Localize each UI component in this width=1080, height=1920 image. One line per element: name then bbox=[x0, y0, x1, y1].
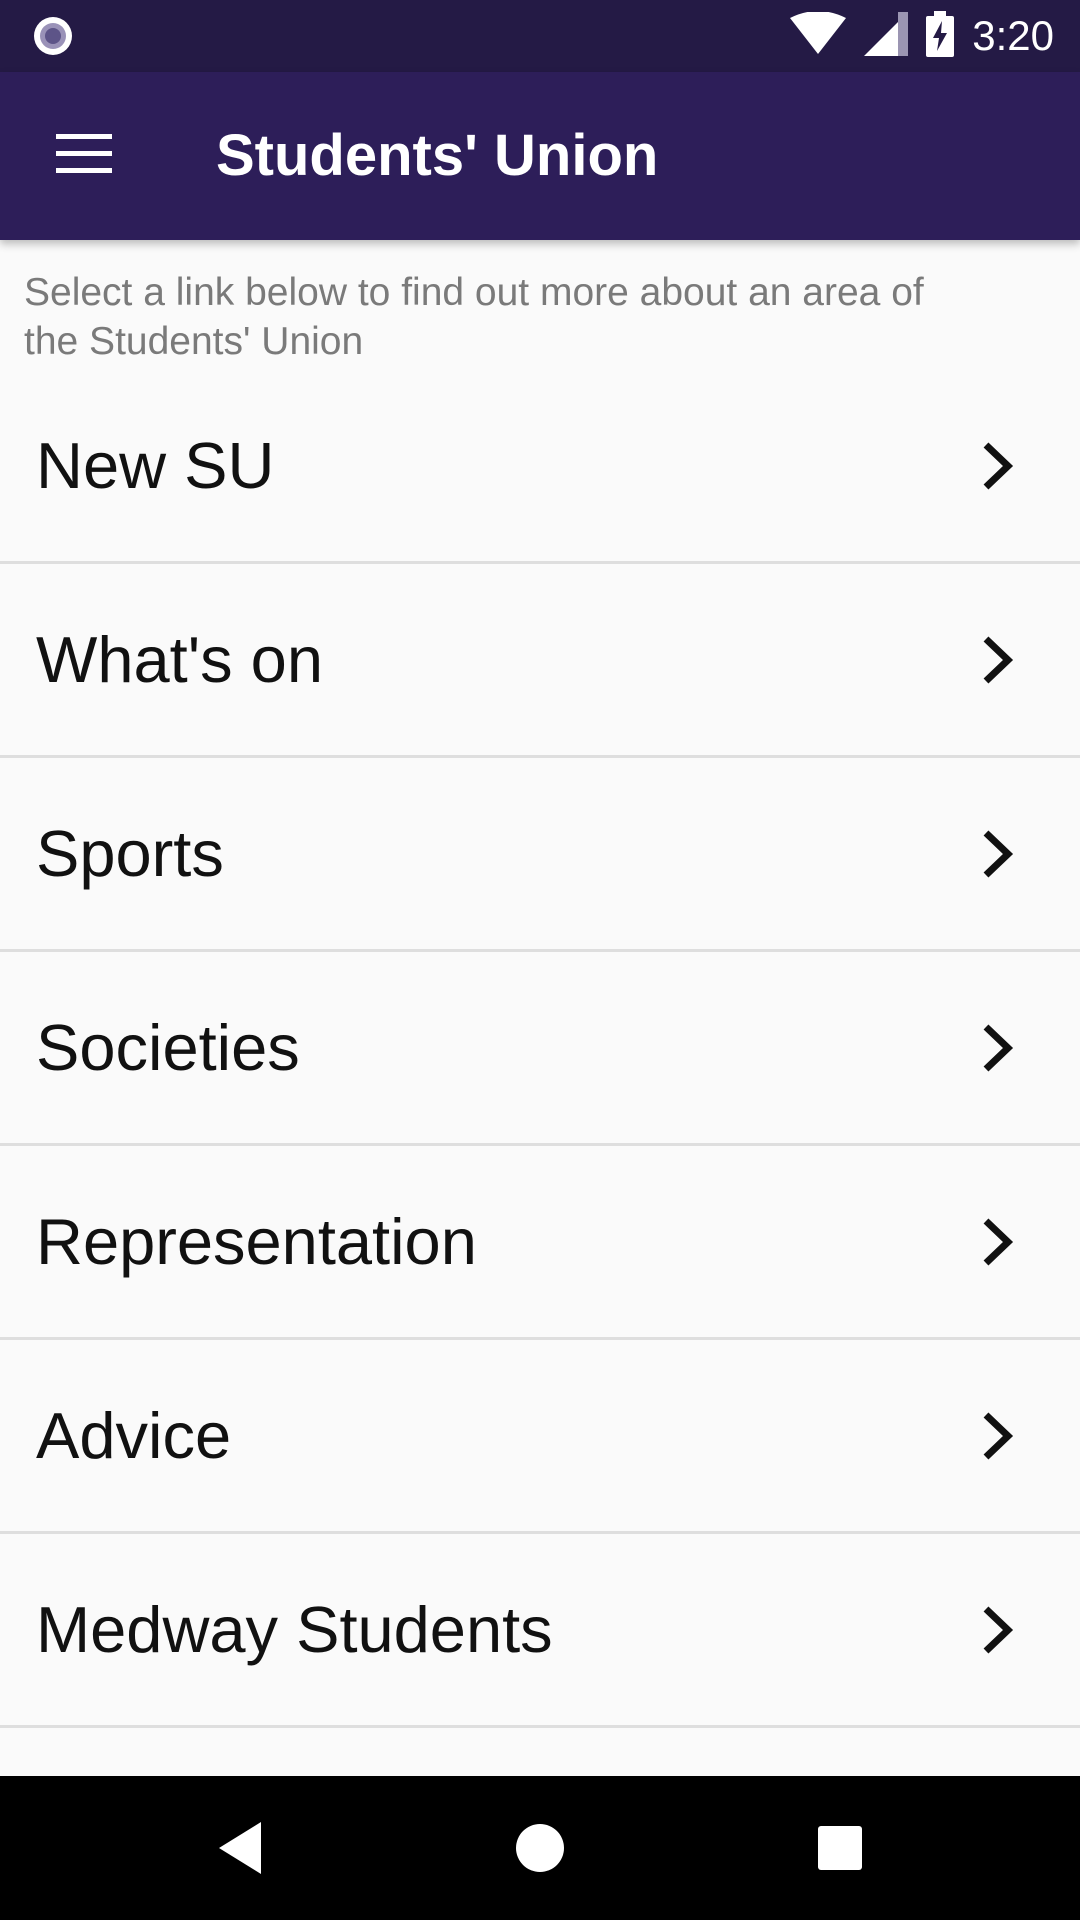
list-item-representation[interactable]: Representation bbox=[0, 1146, 1080, 1340]
chevron-right-icon bbox=[983, 441, 1014, 490]
back-icon bbox=[219, 1822, 261, 1874]
list-item-label: New SU bbox=[36, 429, 275, 502]
list-item-label: Sports bbox=[36, 817, 224, 890]
app-bar: Students' Union bbox=[0, 72, 1080, 240]
list-item-new-su[interactable]: New SU bbox=[0, 370, 1080, 564]
back-button[interactable] bbox=[190, 1798, 290, 1898]
recents-icon bbox=[818, 1826, 862, 1870]
list-item-label: Representation bbox=[36, 1205, 477, 1278]
list-item-label: Societies bbox=[36, 1011, 300, 1084]
section-list: New SU What's on Sports Societies Repres… bbox=[0, 370, 1080, 1728]
list-item-label: Advice bbox=[36, 1399, 232, 1472]
chevron-right-icon bbox=[983, 829, 1014, 878]
menu-button[interactable] bbox=[36, 108, 132, 204]
wifi-icon bbox=[790, 10, 847, 61]
list-item-sports[interactable]: Sports bbox=[0, 758, 1080, 952]
list-item-medway-students[interactable]: Medway Students bbox=[0, 1534, 1080, 1728]
notification-dot-icon bbox=[32, 15, 74, 57]
list-item-advice[interactable]: Advice bbox=[0, 1340, 1080, 1534]
status-indicators: 3:20 bbox=[790, 0, 1054, 72]
battery-charging-icon bbox=[926, 10, 955, 62]
chevron-right-icon bbox=[983, 635, 1014, 684]
chevron-right-icon bbox=[983, 1023, 1014, 1072]
list-item-label: What's on bbox=[36, 623, 323, 696]
signal-icon bbox=[864, 11, 909, 61]
home-button[interactable] bbox=[490, 1798, 590, 1898]
chevron-right-icon bbox=[983, 1217, 1014, 1266]
hamburger-menu-icon bbox=[56, 133, 112, 179]
status-bar: 3:20 bbox=[0, 0, 1080, 72]
list-item-societies[interactable]: Societies bbox=[0, 952, 1080, 1146]
recents-button[interactable] bbox=[790, 1798, 890, 1898]
list-item-whats-on[interactable]: What's on bbox=[0, 564, 1080, 758]
chevron-right-icon bbox=[983, 1411, 1014, 1460]
list-item-label: Medway Students bbox=[36, 1593, 553, 1666]
home-icon bbox=[516, 1824, 564, 1872]
chevron-right-icon bbox=[983, 1605, 1014, 1654]
intro-text: Select a link below to find out more abo… bbox=[24, 271, 924, 363]
system-nav-bar bbox=[0, 1776, 1080, 1920]
status-time: 3:20 bbox=[972, 12, 1054, 59]
page-title: Students' Union bbox=[216, 123, 659, 188]
